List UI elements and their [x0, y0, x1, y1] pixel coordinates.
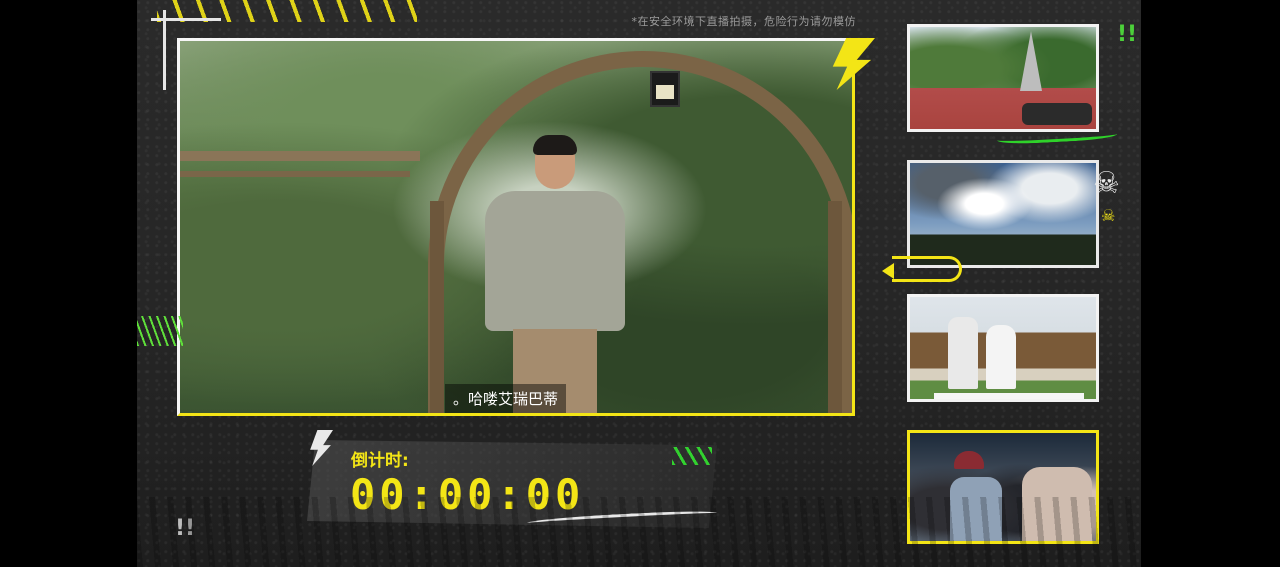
countdown-label: 倒计时:: [351, 451, 409, 471]
thumbnail-two-hosts[interactable]: [907, 294, 1099, 402]
thumbnail-cloudy-sky[interactable]: [907, 160, 1099, 268]
live-stream-overlay: *在安全环境下直播拍摄，危险行为请勿模仿 。哈喽艾瑞巴蒂 倒计时: 00:00:…: [137, 0, 1141, 567]
arch-post-right: [828, 201, 842, 413]
exclamation-icon-green: !!: [1117, 22, 1138, 47]
skull-icon: ☠: [1093, 166, 1120, 201]
hanging-lamp: [650, 71, 680, 107]
skull-icon-small: ☠: [1101, 206, 1116, 225]
grass-doodle: [137, 316, 183, 346]
pergola-beam-lower: [180, 171, 410, 177]
white-line-decoration-vertical: [163, 10, 166, 90]
pergola-beam: [180, 151, 420, 161]
thumbnail-garden-patio[interactable]: [907, 24, 1099, 132]
safety-notice: *在安全环境下直播拍摄，危险行为请勿模仿: [631, 15, 856, 28]
green-scribble-decoration: [672, 447, 712, 465]
grass-texture-bottom: [137, 497, 1141, 567]
main-video-frame[interactable]: 。哈喽艾瑞巴蒂: [177, 38, 855, 416]
video-subtitle: 。哈喽艾瑞巴蒂: [445, 384, 567, 413]
arch-post-left: [430, 201, 444, 413]
white-line-decoration: [151, 18, 221, 21]
curved-arrow-icon: [882, 256, 962, 282]
presenter: [485, 135, 625, 413]
